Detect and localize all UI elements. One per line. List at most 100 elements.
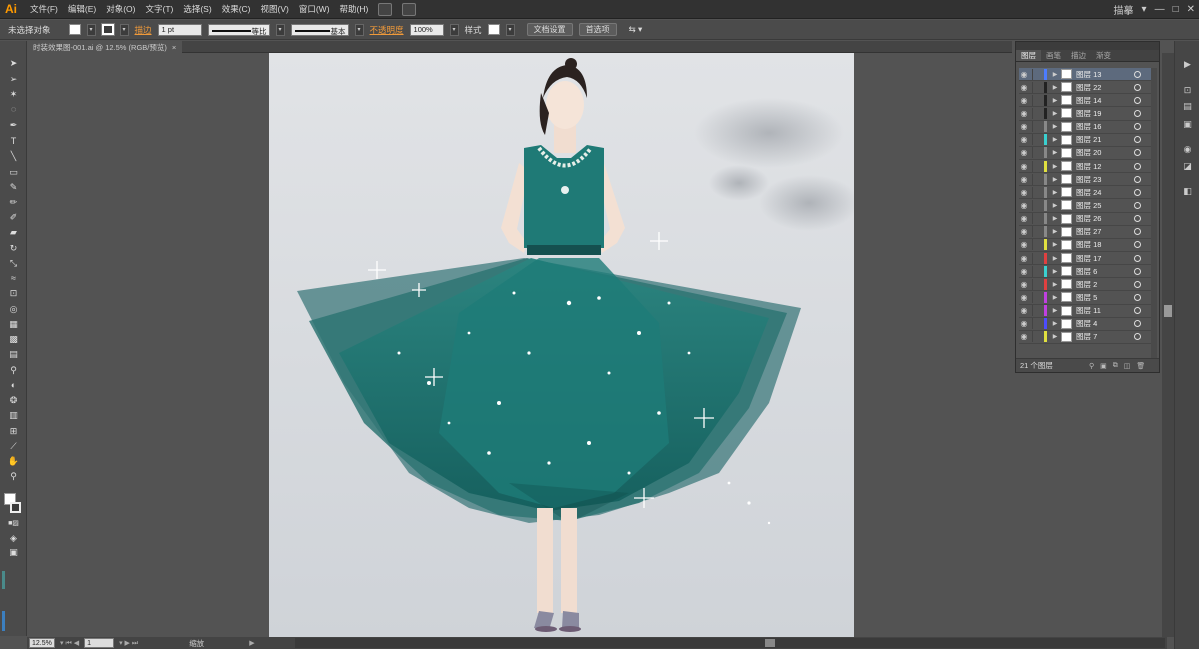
expand-triangle-icon[interactable]: ▶	[1050, 333, 1060, 340]
minimize-button[interactable]: —	[1155, 4, 1165, 15]
page-nav-icons[interactable]: ▾ ▶ ⏭	[119, 639, 138, 648]
layer-row[interactable]: ◉ ▶ 图层 22	[1019, 81, 1157, 95]
expand-triangle-icon[interactable]: ▶	[1050, 97, 1060, 104]
transform-icon[interactable]: ⊡	[1182, 85, 1193, 95]
layer-row[interactable]: ◉ ▶ 图层 23	[1019, 173, 1157, 187]
layers-panel-tab[interactable]: 图层	[1016, 50, 1041, 61]
brush-definition[interactable]: 基本	[290, 23, 349, 36]
maximize-button[interactable]: □	[1173, 4, 1179, 15]
layer-row[interactable]: ◉ ▶ 图层 20	[1019, 147, 1157, 160]
expand-triangle-icon[interactable]: ▶	[1050, 255, 1060, 262]
zoom-tool-icon[interactable]: ⚲	[7, 471, 20, 482]
lock-toggle[interactable]	[1032, 121, 1042, 133]
visibility-eye-icon[interactable]: ◉	[1019, 83, 1029, 92]
free-transform-tool-icon[interactable]: ⊡	[7, 288, 20, 299]
layer-row[interactable]: ◉ ▶ 图层 24	[1019, 186, 1157, 200]
perspective-grid-tool-icon[interactable]: ▦	[7, 319, 20, 330]
visibility-eye-icon[interactable]: ◉	[1019, 254, 1029, 263]
stroke-label[interactable]: 描边	[135, 24, 152, 36]
stroke-dropdown[interactable]: ▾	[119, 23, 129, 36]
lock-toggle[interactable]	[1032, 265, 1042, 277]
layer-target-icon[interactable]	[1134, 123, 1141, 131]
expand-triangle-icon[interactable]: ▶	[1050, 294, 1060, 301]
layer-row[interactable]: ◉ ▶ 图层 11	[1019, 305, 1157, 318]
layer-row[interactable]: ◉ ▶ 图层 7	[1019, 331, 1157, 344]
appearance-icon[interactable]: ◉	[1182, 144, 1193, 154]
zoom-field[interactable]: 12.5%	[29, 638, 55, 648]
opacity-label[interactable]: 不透明度	[370, 24, 404, 36]
menu-item[interactable]: 对象(O)	[106, 3, 135, 15]
lock-toggle[interactable]	[1032, 173, 1042, 185]
new-layer-icon[interactable]: ◫	[1124, 362, 1131, 370]
layer-row[interactable]: ◉ ▶ 图层 6	[1019, 265, 1157, 279]
visibility-eye-icon[interactable]: ◉	[1019, 267, 1029, 276]
bridge-icon[interactable]	[378, 2, 393, 16]
stroke-swatch[interactable]	[100, 23, 115, 36]
visibility-eye-icon[interactable]: ◉	[1019, 175, 1029, 184]
expand-triangle-icon[interactable]: ▶	[1050, 189, 1060, 196]
lock-toggle[interactable]	[1032, 160, 1042, 172]
lock-toggle[interactable]	[1032, 107, 1042, 119]
visibility-eye-icon[interactable]: ◉	[1019, 135, 1029, 144]
layer-row[interactable]: ◉ ▶ 图层 16	[1019, 121, 1157, 134]
variable-width-profile[interactable]: 等比	[207, 23, 270, 36]
status-menu-icon[interactable]: ▶	[249, 639, 254, 647]
layer-row[interactable]: ◉ ▶ 图层 21	[1019, 134, 1157, 147]
artboard-page-field[interactable]: 1	[84, 638, 115, 648]
menu-item[interactable]: 文字(T)	[145, 3, 173, 15]
lasso-tool-icon[interactable]: ◌	[7, 104, 20, 115]
horizontal-scroll-thumb[interactable]	[765, 639, 775, 647]
visibility-eye-icon[interactable]: ◉	[1019, 293, 1029, 302]
layers-dock-icon[interactable]: ◧	[1182, 186, 1193, 196]
lock-toggle[interactable]	[1032, 305, 1042, 317]
lock-toggle[interactable]	[1032, 252, 1042, 264]
locate-object-icon[interactable]: ⚲	[1089, 362, 1094, 370]
expand-triangle-icon[interactable]: ▶	[1050, 281, 1060, 288]
workspace-switcher[interactable]: 描摹	[1114, 2, 1134, 17]
layers-scrollbar[interactable]	[1151, 68, 1157, 358]
expand-triangle-icon[interactable]: ▶	[1050, 110, 1060, 117]
close-button[interactable]: ✕	[1187, 4, 1195, 15]
layer-target-icon[interactable]	[1134, 201, 1141, 209]
expand-triangle-icon[interactable]: ▶	[1050, 202, 1060, 209]
opacity-field[interactable]: 100%	[409, 23, 444, 36]
menu-item[interactable]: 编辑(E)	[68, 3, 96, 15]
layer-target-icon[interactable]	[1134, 188, 1141, 196]
panel-handle[interactable]	[2, 571, 5, 589]
menu-item[interactable]: 窗口(W)	[299, 3, 330, 15]
direct-selection-tool-icon[interactable]: ➢	[7, 74, 20, 85]
layer-target-icon[interactable]	[1134, 241, 1141, 249]
eyedropper-tool-icon[interactable]: ⚲	[7, 365, 20, 376]
layer-target-icon[interactable]	[1134, 109, 1141, 117]
layer-target-icon[interactable]	[1134, 307, 1141, 315]
layer-target-icon[interactable]	[1134, 136, 1141, 144]
expand-triangle-icon[interactable]: ▶	[1050, 215, 1060, 222]
symbol-sprayer-tool-icon[interactable]: ❂	[7, 395, 20, 406]
layer-target-icon[interactable]	[1134, 70, 1141, 78]
visibility-eye-icon[interactable]: ◉	[1019, 70, 1029, 79]
lock-toggle[interactable]	[1032, 147, 1042, 159]
workspace-dropdown-icon[interactable]: ▾	[1142, 4, 1147, 15]
arrange-icon[interactable]: ⇆ ▾	[629, 24, 643, 35]
lock-toggle[interactable]	[1032, 81, 1042, 93]
lock-toggle[interactable]	[1032, 278, 1042, 290]
visibility-eye-icon[interactable]: ◉	[1019, 201, 1029, 210]
lock-toggle[interactable]	[1032, 226, 1042, 238]
type-tool-icon[interactable]: T	[7, 136, 20, 147]
lock-toggle[interactable]	[1032, 213, 1042, 225]
eraser-tool-icon[interactable]: ▰	[7, 227, 20, 238]
stroke-color-icon[interactable]	[10, 502, 21, 513]
brush-dropdown[interactable]: ▾	[354, 23, 364, 36]
align-icon[interactable]: ▤	[1182, 101, 1193, 111]
artboard[interactable]	[269, 53, 854, 637]
magic-wand-tool-icon[interactable]: ✶	[7, 89, 20, 100]
expand-triangle-icon[interactable]: ▶	[1050, 307, 1060, 314]
visibility-eye-icon[interactable]: ◉	[1019, 148, 1029, 157]
pathfinder-icon[interactable]: ▣	[1182, 119, 1193, 129]
document-tab[interactable]: 时装效果图-001.ai @ 12.5% (RGB/预览) ×	[27, 41, 183, 53]
layer-target-icon[interactable]	[1134, 280, 1141, 288]
expand-triangle-icon[interactable]: ▶	[1050, 176, 1060, 183]
lock-toggle[interactable]	[1032, 239, 1042, 251]
document-setup-button[interactable]: 文档设置	[526, 23, 573, 36]
expand-triangle-icon[interactable]: ▶	[1050, 84, 1060, 91]
